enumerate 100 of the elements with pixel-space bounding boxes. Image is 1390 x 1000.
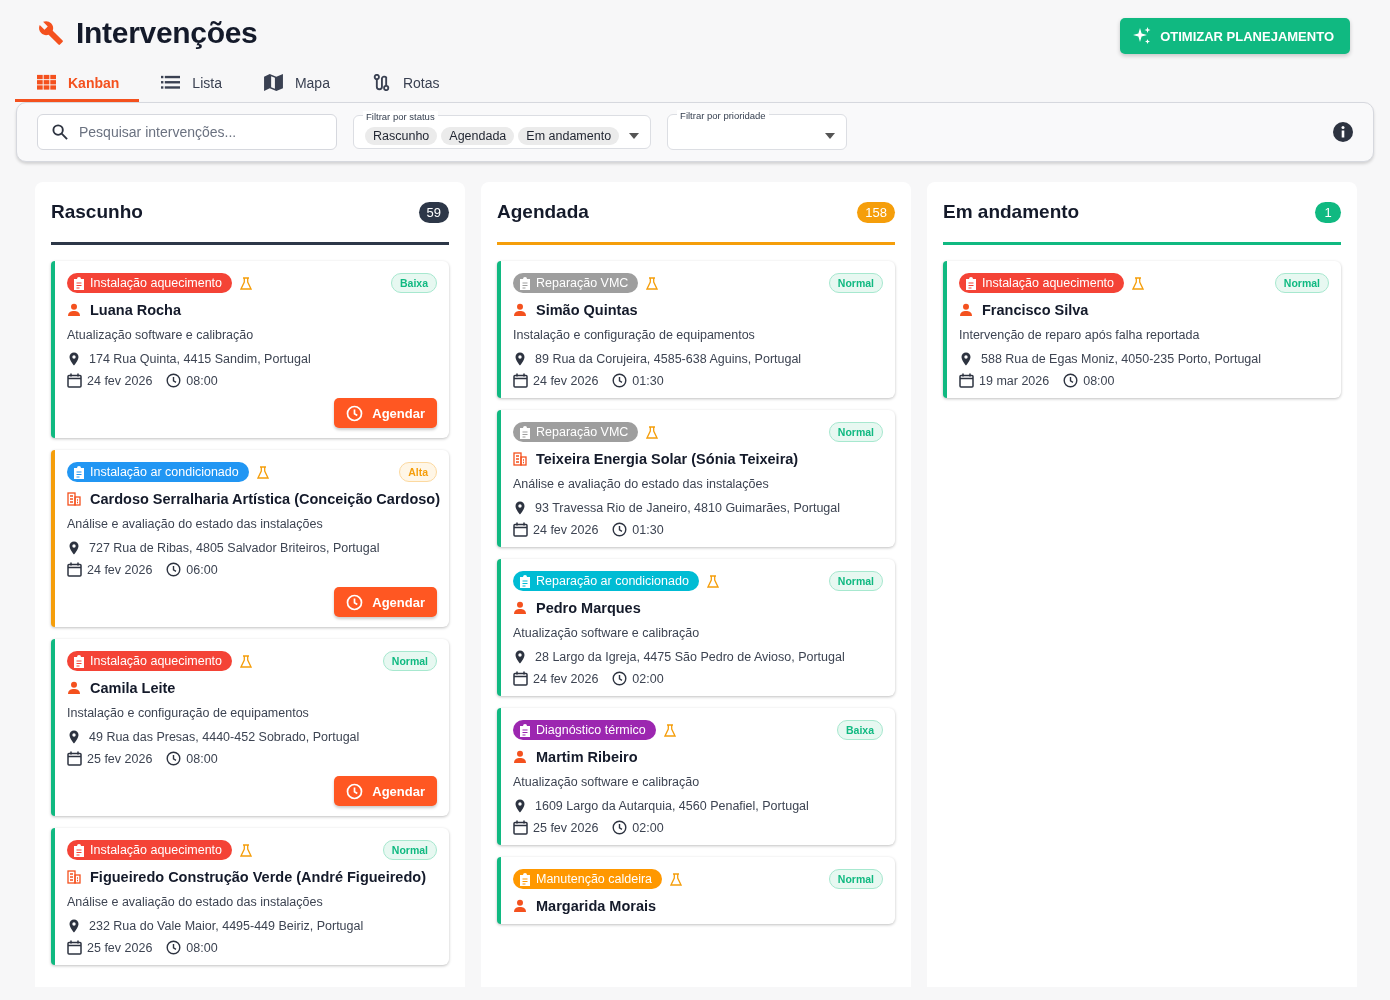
clock-icon [612,522,628,537]
location-pin-icon [67,730,81,744]
description-text: Instalação e configuração de equipamentos [513,328,756,342]
clock-icon [612,671,628,686]
type-tag: Instalação aquecimento [67,273,233,293]
date-text: 24 fev 2026 [87,373,153,388]
person-icon [513,601,527,615]
building-icon [513,452,527,466]
location-pin-icon [959,352,973,366]
count-badge: 1 [1315,201,1341,223]
date-text: 24 fev 2026 [533,671,599,686]
clock-icon [166,751,182,766]
flask-icon [670,872,683,886]
clock-icon [166,940,182,955]
type-tag: Reparação VMC [513,422,639,442]
flask-icon [240,654,253,668]
intervention-card[interactable]: Reparação VMC Normal Teixeira Energia Solar (Sónia Teixeira) Análise e avaliação do estado das instalações 93 Travessa Rio de Janeiro, 4810 Guimarães, Portugal 24 fev 2026 01:30 [497,410,895,547]
priority-badge: Normal [828,422,883,442]
intervention-card[interactable]: Instalação aquecimento Normal Francisco Silva Intervenção de reparo após falha reportada 588 Rua de Egas Moniz, 4050-235 Porto, Portugal 19 mar 2026 08:00 [943,261,1341,398]
type-tag: Reparação ar condicionado [513,571,699,591]
intervention-card[interactable]: Instalação aquecimento Normal Figueiredo Construção Verde (André Figueiredo) Análise e avaliação do estado das instalações 232 Rua do Vale Maior, 4495-449 Beiriz, Portugal 25 fev 2026 08:00 [51,828,449,965]
calendar-icon [67,940,82,955]
person-icon [513,899,527,913]
priority-badge: Normal [382,840,437,860]
address-text: 49 Rua das Presas, 4440-452 Sobrado, Portugal [89,730,360,744]
client-name: Teixeira Energia Solar (Sónia Teixeira) [536,451,799,467]
date-text: 24 fev 2026 [533,373,599,388]
description-text: Instalação e configuração de equipamentos [67,706,310,720]
flask-icon [646,425,659,439]
priority-badge: Baixa [390,273,437,293]
priority-badge: Baixa [836,720,883,740]
priority-badge: Normal [382,651,437,671]
calendar-icon [513,522,528,537]
description-text: Intervenção de reparo após falha reportada [959,328,1201,342]
time-text: 01:30 [632,373,664,388]
count-badge: 158 [857,201,895,223]
clipboard-icon [519,276,531,290]
clipboard-icon [519,723,531,737]
description-text: Atualização software e calibração [513,626,701,640]
status-filter[interactable]: Filtrar por status Rascunho Agendada Em andamento [353,106,652,149]
view-tab[interactable]: Mapa [241,66,350,102]
intervention-card[interactable]: Reparação VMC Normal Simão Quintas Instalação e configuração de equipamentos 89 Rua da Corujeira, 4585-638 Aguins, Portugal 24 fev 2026 01:30 [497,261,895,398]
calendar-icon [67,751,82,766]
priority-filter[interactable]: Filtrar por prioridade [667,105,848,150]
clipboard-icon [519,872,531,886]
intervention-card[interactable]: Reparação ar condicionado Normal Pedro Marques Atualização software e calibração 28 Largo da Igreja, 4475 São Pedro de Avioso, Portugal 24 fev 2026 02:00 [497,559,895,696]
description-text: Análise e avaliação do estado das instalações [67,517,324,531]
dropdown-caret-icon [629,132,640,139]
address-text: 93 Travessa Rio de Janeiro, 4810 Guimarães, Portugal [535,501,841,515]
intervention-card[interactable]: Manutenção caldeira Normal Margarida Morais [497,857,895,924]
intervention-card[interactable] [51,450,449,627]
client-name: Luana Rocha [90,302,182,318]
intervention-card[interactable]: Instalação aquecimento Baixa Luana Rocha Atualização software e calibração 174 Rua Quinta, 4415 Sandim, Portugal 24 fev 2026 08:00 Agendar [51,261,449,438]
view-tab[interactable]: Rotas [349,66,460,102]
page-title: Intervenções [76,16,258,50]
priority-badge: Normal [828,869,883,889]
description-text: Atualização software e calibração [67,328,255,342]
info-icon[interactable] [1333,122,1353,142]
client-name: Camila Leite [90,680,176,696]
priority-badge: Normal [1274,273,1329,293]
building-icon [67,492,81,506]
time-text: 02:00 [632,820,664,835]
date-text: 19 mar 2026 [979,373,1050,388]
type-tag: Manutenção caldeira [513,869,663,889]
person-icon [959,303,973,317]
clock-icon [346,782,364,800]
count-badge: 59 [418,201,449,223]
calendar-icon [67,373,82,388]
priority-badge: Normal [828,571,883,591]
time-text: 08:00 [186,751,218,766]
time-text: 06:00 [186,562,218,577]
time-text: 08:00 [186,373,218,388]
calendar-icon [513,671,528,686]
flask-icon [646,276,659,290]
clipboard-icon [965,276,977,290]
priority-badge: Normal [828,273,883,293]
description-text: Análise e avaliação do estado das instalações [67,895,324,909]
intervention-card[interactable]: Instalação aquecimento Normal Camila Leite Instalação e configuração de equipamentos 49 Rua das Presas, 4440-452 Sobrado, Portugal 25 fev 2026 08:00 Agendar [51,639,449,816]
time-text: 08:00 [1083,373,1115,388]
person-icon [513,303,527,317]
intervention-card[interactable]: Diagnóstico térmico Baixa Martim Ribeiro Atualização software e calibração 1609 Largo da Autarquia, 4560 Penafiel, Portugal 25 fev 2026 02:00 [497,708,895,845]
type-tag: Reparação VMC [513,273,639,293]
calendar-icon [959,373,974,388]
date-text: 25 fev 2026 [533,820,599,835]
address-text: 1609 Largo da Autarquia, 4560 Penafiel, Portugal [535,799,809,813]
type-tag: Instalação aquecimento [67,651,233,671]
address-text: 232 Rua do Vale Maior, 4495-449 Beiriz, Portugal [89,919,364,933]
description-text: Atualização software e calibração [513,775,701,789]
flask-icon [240,276,253,290]
column-title: Em andamento [943,201,1080,223]
view-tab[interactable]: Lista [139,66,242,102]
route-icon [371,74,391,91]
clipboard-icon [73,465,85,479]
client-name: Figueiredo Construção Verde (André Figueiredo) [90,869,426,885]
clock-icon [346,404,364,422]
client-name: Simão Quintas [536,302,638,318]
date-text: 24 fev 2026 [533,522,599,537]
search-field[interactable]: Pesquisar intervenções... [37,114,337,150]
clock-icon [166,373,182,388]
field-label: Filtrar por status [363,111,438,122]
